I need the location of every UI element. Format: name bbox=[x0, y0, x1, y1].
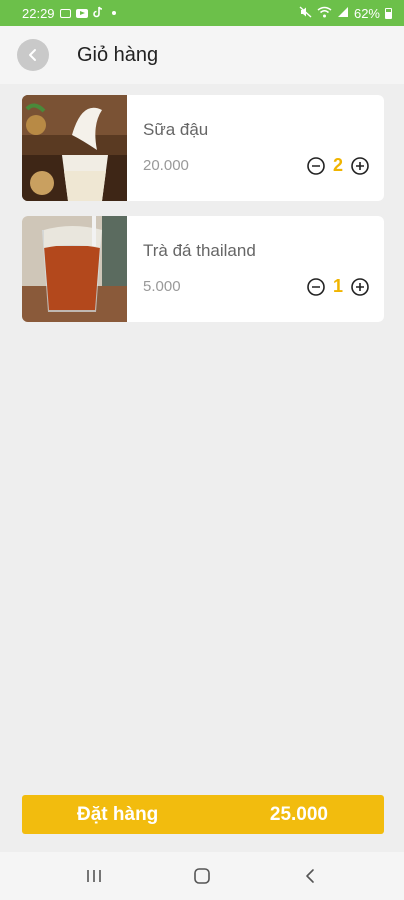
quantity-value: 2 bbox=[332, 155, 343, 175]
item-name: Trà đá thailand bbox=[143, 241, 256, 260]
page-title: Giỏ hàng bbox=[77, 44, 159, 66]
youtube-icon bbox=[75, 8, 88, 18]
recent-apps-icon bbox=[87, 870, 101, 882]
order-button[interactable]: Đặt hàng 25.000 bbox=[22, 795, 384, 834]
app-header: Giỏ hàng bbox=[0, 26, 404, 84]
battery-icon bbox=[385, 7, 392, 19]
battery-percent: 62% bbox=[353, 5, 380, 21]
thai-tea-image bbox=[22, 216, 127, 322]
status-right: 62% bbox=[299, 6, 392, 21]
cart-screen: 22:29 62% Giỏ hàng Sữa đậu 20.000 2 Trà … bbox=[0, 0, 404, 900]
quantity-stepper: 1 bbox=[306, 276, 370, 297]
home-button[interactable] bbox=[182, 856, 222, 896]
recent-apps-button[interactable] bbox=[74, 856, 114, 896]
status-time: 22:29 bbox=[22, 5, 55, 21]
back-nav-button[interactable] bbox=[290, 856, 330, 896]
chevron-left-icon bbox=[29, 49, 36, 61]
system-nav-bar bbox=[0, 852, 404, 900]
item-price: 20.000 bbox=[143, 157, 189, 174]
tiktok-icon bbox=[92, 6, 103, 21]
signal-icon bbox=[337, 6, 349, 21]
order-label: Đặt hàng bbox=[77, 803, 159, 825]
item-name: Sữa đậu bbox=[143, 120, 209, 139]
minus-circle-icon[interactable] bbox=[306, 156, 326, 176]
quantity-value: 1 bbox=[332, 276, 343, 296]
cart-item[interactable]: Sữa đậu 20.000 2 bbox=[22, 95, 384, 201]
back-button[interactable] bbox=[17, 39, 49, 71]
soy-milk-image bbox=[22, 95, 127, 201]
back-icon bbox=[306, 869, 314, 883]
image-icon bbox=[59, 8, 71, 18]
order-total: 25.000 bbox=[269, 803, 328, 825]
mute-icon bbox=[299, 5, 312, 21]
dot-icon bbox=[111, 11, 116, 15]
plus-circle-icon[interactable] bbox=[350, 156, 370, 176]
minus-circle-icon[interactable] bbox=[306, 277, 326, 297]
wifi-icon bbox=[317, 6, 332, 21]
home-icon bbox=[194, 868, 210, 884]
quantity-stepper: 2 bbox=[306, 155, 370, 176]
status-bar: 22:29 62% bbox=[0, 0, 404, 26]
item-price: 5.000 bbox=[143, 278, 181, 295]
status-left: 22:29 bbox=[22, 6, 116, 21]
plus-circle-icon[interactable] bbox=[350, 277, 370, 297]
cart-item[interactable]: Trà đá thailand 5.000 1 bbox=[22, 216, 384, 322]
